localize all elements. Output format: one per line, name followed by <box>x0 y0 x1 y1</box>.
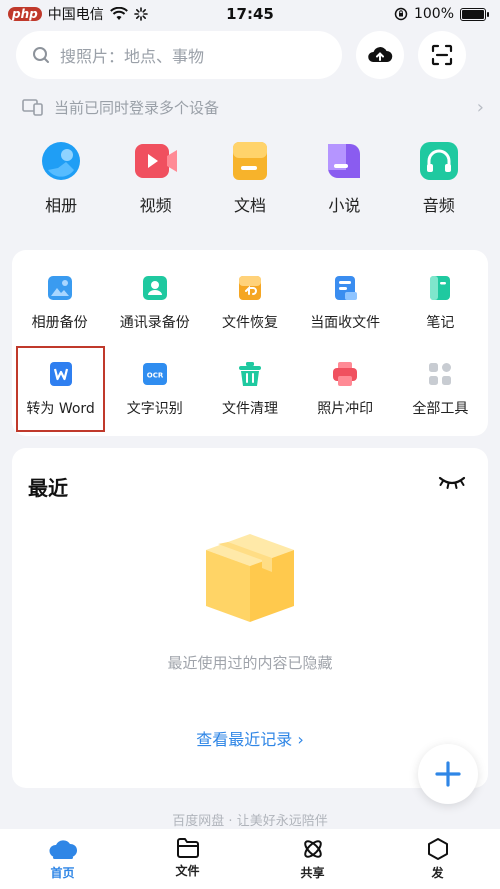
plus-icon <box>435 761 461 787</box>
receive-file-icon <box>335 276 358 300</box>
all-tools-icon <box>429 363 452 385</box>
file-clean-icon <box>238 362 261 386</box>
loading-icon <box>133 7 148 21</box>
tool-contacts-backup[interactable]: 通讯录备份 <box>107 260 202 346</box>
category-novel[interactable]: 小说 <box>304 140 384 236</box>
album-icon <box>42 142 81 180</box>
album-backup-icon <box>47 276 72 300</box>
wifi-icon <box>109 7 128 20</box>
battery-percent: 100% <box>413 6 454 22</box>
chevron-right-icon: › <box>476 96 484 118</box>
tool-file-restore[interactable]: 文件恢复 <box>202 260 297 346</box>
tool-note[interactable]: 笔记 <box>393 260 488 346</box>
recent-empty-text: 最近使用过的内容已隐藏 <box>167 654 333 672</box>
tool-label: 文字识别 <box>126 401 183 417</box>
category-label: 音频 <box>422 196 455 215</box>
battery-level <box>462 9 484 19</box>
tool-album-backup[interactable]: 相册备份 <box>12 260 107 346</box>
contacts-backup-icon <box>142 276 167 300</box>
tool-label: 文件恢复 <box>221 315 278 331</box>
category-audio[interactable]: 音频 <box>399 140 479 236</box>
tool-label: 文件清理 <box>221 401 278 417</box>
svg-text:OCR: OCR <box>147 372 164 380</box>
tool-label: 全部工具 <box>412 401 469 417</box>
category-label: 小说 <box>328 196 361 215</box>
tab-label: 文件 <box>175 864 200 878</box>
novel-icon <box>328 144 361 178</box>
scan-icon <box>431 44 453 66</box>
tab-discover[interactable]: 发 <box>393 837 483 889</box>
category-video[interactable]: 视频 <box>116 140 196 236</box>
category-document[interactable]: 文档 <box>210 140 290 236</box>
tool-ocr[interactable]: OCR 文字识别 <box>107 346 202 432</box>
audio-icon <box>419 142 458 180</box>
tool-receive-file[interactable]: 当面收文件 <box>298 260 393 346</box>
search-icon <box>33 47 49 63</box>
search-input[interactable]: 搜照片：地点、事物 <box>16 31 342 79</box>
cloud-upload-icon <box>368 47 393 62</box>
tools-card: 相册备份 通讯录备份 文件恢复 当面收文件 笔记 转为 Word OCR 文字识… <box>12 250 488 436</box>
ocr-icon: OCR <box>142 363 167 385</box>
tool-convert-to-word[interactable]: 转为 Word <box>16 346 106 432</box>
video-icon <box>134 144 177 178</box>
photo-print-icon <box>333 362 358 386</box>
recent-card: 最近 最近使用过的内容已隐藏 查看最近记录 › <box>12 448 488 788</box>
tab-bar: 首页 文件 共享 发 <box>0 829 500 889</box>
slogan: 百度网盘 · 让美好永远陪伴 <box>172 814 328 829</box>
document-icon <box>232 142 267 180</box>
multi-device-tip[interactable]: 当前已同时登录多个设备 › <box>22 92 484 122</box>
tool-file-clean[interactable]: 文件清理 <box>202 346 297 432</box>
tool-photo-print[interactable]: 照片冲印 <box>298 346 393 432</box>
category-album[interactable]: 相册 <box>21 140 101 236</box>
word-convert-icon <box>49 362 72 386</box>
battery-icon <box>460 7 489 21</box>
tool-all-tools[interactable]: 全部工具 <box>393 346 488 432</box>
devices-icon <box>22 99 43 116</box>
folder-icon <box>176 838 199 858</box>
eye-closed-icon <box>438 476 466 489</box>
status-bar: php 中国电信 17:45 100% <box>0 0 500 28</box>
tab-files[interactable]: 文件 <box>143 837 233 889</box>
tool-label: 相册备份 <box>31 315 88 331</box>
recent-title: 最近 <box>28 476 68 500</box>
category-label: 视频 <box>139 196 172 215</box>
category-label: 文档 <box>233 196 266 215</box>
tool-label: 笔记 <box>426 315 455 331</box>
tab-share[interactable]: 共享 <box>268 837 358 889</box>
tab-home[interactable]: 首页 <box>18 837 108 889</box>
tab-label: 共享 <box>300 866 325 880</box>
file-restore-icon <box>238 276 261 300</box>
discover-icon <box>427 838 448 860</box>
search-placeholder: 搜照片：地点、事物 <box>60 47 205 66</box>
tool-label: 当面收文件 <box>310 315 381 331</box>
main-categories: 相册 视频 文档 小说 音频 <box>0 140 500 236</box>
multi-device-text: 当前已同时登录多个设备 <box>54 98 220 117</box>
status-time: 17:45 <box>226 5 274 23</box>
cloud-upload-button[interactable] <box>356 31 404 79</box>
add-button[interactable] <box>418 744 478 804</box>
carrier-name: 中国电信 <box>47 7 104 23</box>
tool-label: 通讯录备份 <box>119 315 190 331</box>
home-icon <box>49 840 77 859</box>
hide-recent-button[interactable] <box>438 474 466 494</box>
tab-label: 首页 <box>50 866 75 880</box>
share-icon <box>303 840 322 858</box>
tool-label: 转为 Word <box>26 401 95 417</box>
php-badge: php <box>8 7 42 21</box>
search-row: 搜照片：地点、事物 <box>16 30 484 80</box>
category-label: 相册 <box>45 196 78 215</box>
view-recent-link[interactable]: 查看最近记录 › <box>12 726 488 750</box>
tool-label: 照片冲印 <box>317 401 374 417</box>
orientation-lock-icon <box>394 7 408 21</box>
scan-button[interactable] <box>418 31 466 79</box>
tab-label: 发 <box>431 866 444 880</box>
note-icon <box>430 276 451 300</box>
empty-box-icon <box>206 534 294 622</box>
